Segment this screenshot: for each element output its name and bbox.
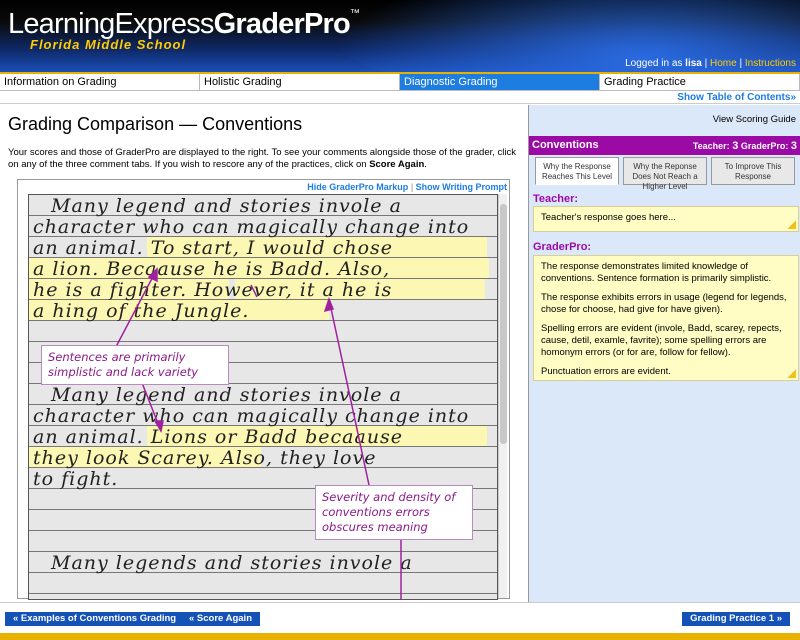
score-again-button[interactable]: « Score Again [181,612,261,626]
arrow-line [250,284,258,298]
graderpro-score-label: GraderPro: [740,141,789,151]
teacher-score: 3 [732,140,739,152]
gp-paragraph: The response exhibits errors in usage (l… [541,292,787,315]
intro-before: Your scores and those of GraderPro are d… [8,147,517,170]
intro-text: Your scores and those of GraderPro are d… [8,147,520,171]
show-prompt-link[interactable]: Show Writing Prompt [416,182,507,192]
annotation-conventions: Severity and density of conventions erro… [315,485,473,540]
logo-main: LearningExpress [8,8,214,40]
page-title: Grading Comparison — Conventions [8,114,303,134]
tab-holistic-grading[interactable]: Holistic Grading [200,74,400,90]
graderpro-response-note: The response demonstrates limited knowle… [533,255,799,381]
grading-practice-next-button[interactable]: Grading Practice 1 » [682,612,790,626]
arrowhead [147,267,158,283]
arrowhead [153,420,164,434]
arrow-line [328,298,370,486]
examples-conventions-button[interactable]: « Examples of Conventions Grading [5,612,185,626]
teacher-heading: Teacher: [533,193,579,205]
tab-why-not-higher[interactable]: Why the Reponse Does Not Reach a Higher … [623,157,707,191]
conventions-title: Conventions [532,139,599,151]
login-status: Logged in as lisa | Home | Instructions [625,58,796,69]
show-toc-label: Show Table of Contents [677,92,791,103]
comparison-panel: Grading Comparison — Conventions Your sc… [0,105,528,602]
login-user: lisa [685,58,702,69]
tab-grading-practice[interactable]: Grading Practice [600,74,800,90]
graderpro-score: 3 [790,140,797,152]
home-link[interactable]: Home [710,58,737,69]
annotation-sentences: Sentences are primarily simplistic and l… [41,345,229,385]
scores-panel: View Scoring Guide Conventions Teacher: … [528,105,800,602]
link-separator: | [410,182,414,192]
school-subtitle: Florida Middle School [30,37,187,52]
main-nav: Information on Grading Holistic Grading … [0,72,800,91]
gp-paragraph: The response demonstrates limited knowle… [541,261,772,284]
teacher-response-text: Teacher's response goes here... [541,212,676,223]
tab-diagnostic-grading[interactable]: Diagnostic Grading [400,74,600,90]
teacher-score-label: Teacher: [692,141,730,151]
essay-viewer: Hide GraderPro Markup | Show Writing Pro… [17,179,510,600]
logo-trademark: ™ [349,8,360,19]
teacher-response-note: Teacher's response goes here... [533,206,799,232]
logo-product: GraderPro [213,8,351,40]
graderpro-heading: GraderPro: [533,241,592,253]
markup-links: Hide GraderPro Markup | Show Writing Pro… [307,182,507,192]
tab-why-reaches-level[interactable]: Why the Response Reaches This Level [535,157,619,185]
note-corner-icon [787,369,796,378]
chevron-down-icon: » [790,92,796,103]
gp-paragraph: Punctuation errors are evident. [541,366,671,377]
handwritten-essay: Many legend and stories invole a charact… [28,194,498,600]
app-header: LearningExpressGraderPro™ Florida Middle… [0,0,800,72]
intro-bold: Score Again [369,159,425,170]
tab-information-on-grading[interactable]: Information on Grading [0,74,200,90]
note-corner-icon [787,220,796,229]
login-prefix: Logged in as [625,58,683,69]
show-toc-link[interactable]: Show Table of Contents» [677,92,796,103]
intro-after: . [424,159,427,170]
view-scoring-guide-link[interactable]: View Scoring Guide [713,114,796,125]
essay-scrollbar[interactable] [498,194,507,598]
instructions-link[interactable]: Instructions [745,58,796,69]
gp-paragraph: Spelling errors are evident (invole, Bad… [541,323,782,358]
footer-bar: « Examples of Conventions Grading « Scor… [0,602,800,640]
hide-markup-link[interactable]: Hide GraderPro Markup [307,182,408,192]
footer-stripe [0,633,800,640]
tab-to-improve[interactable]: To Improve This Response [711,157,795,185]
comment-tabs: Why the Response Reaches This Level Why … [533,157,799,191]
toc-bar: Show Table of Contents» [0,91,800,104]
scroll-thumb[interactable] [500,204,507,444]
score-summary: Teacher: 3 GraderPro: 3 [693,140,797,152]
conventions-header: Conventions Teacher: 3 GraderPro: 3 [529,136,800,155]
arrowhead [323,296,335,313]
